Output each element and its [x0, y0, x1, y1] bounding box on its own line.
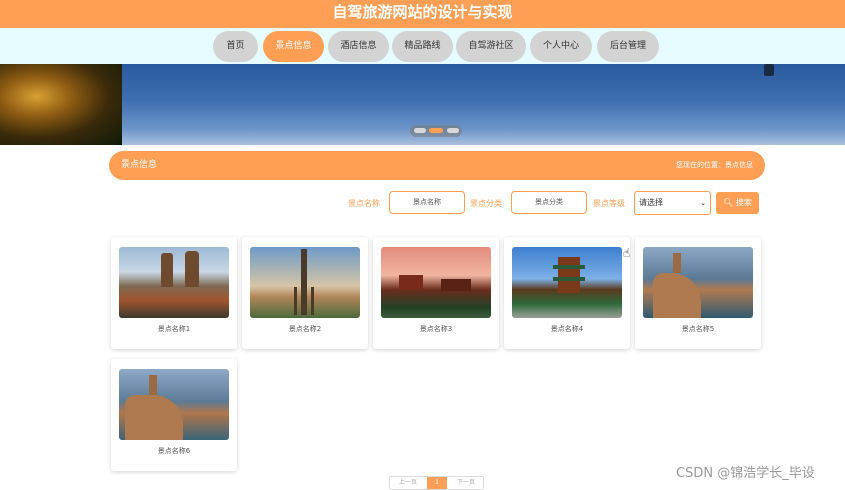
main-nav: 首页 景点信息 酒店信息 精品路线 自驾游社区 个人中心 后台管理: [0, 28, 845, 64]
carousel-dot-2[interactable]: [429, 128, 443, 133]
attraction-name: 景点名称4: [550, 325, 584, 333]
carousel-dot-1[interactable]: [414, 128, 426, 133]
attraction-card-1[interactable]: 景点名称1: [111, 237, 237, 349]
search-icon: 🔍︎: [723, 198, 734, 207]
watermark: CSDN @锦浩学长_毕设: [676, 466, 815, 481]
banner-gondola: [764, 64, 774, 76]
attraction-image: [119, 369, 229, 440]
attraction-card-2[interactable]: 景点名称2: [242, 237, 368, 349]
carousel-indicators: [410, 125, 462, 137]
search-button[interactable]: 🔍︎ 搜索: [716, 192, 759, 214]
next-page-button[interactable]: 下一页: [448, 477, 484, 489]
section-title: 景点信息: [121, 160, 158, 170]
nav-community[interactable]: 自驾游社区: [456, 31, 526, 62]
attraction-name: 景点名称3: [419, 325, 453, 333]
attraction-card-3[interactable]: 景点名称3: [373, 237, 499, 349]
chevron-down-icon: ⌄: [700, 199, 706, 207]
search-button-label: 搜索: [735, 198, 752, 207]
nav-home[interactable]: 首页: [213, 31, 258, 62]
level-select[interactable]: 请选择 ⌄: [634, 191, 711, 215]
carousel-dot-3[interactable]: [447, 128, 459, 133]
attraction-image: [643, 247, 753, 318]
attraction-card-5[interactable]: 景点名称5: [635, 237, 761, 349]
level-select-value: 请选择: [639, 198, 663, 207]
nav-admin[interactable]: 后台管理: [597, 31, 659, 62]
page-button-current[interactable]: 1: [427, 477, 447, 489]
attraction-image: [512, 247, 622, 318]
attraction-name: 景点名称1: [157, 325, 191, 333]
attraction-image: [250, 247, 360, 318]
site-title: 自驾旅游网站的设计与实现: [332, 3, 513, 21]
attraction-name: 景点名称5: [681, 325, 715, 333]
breadcrumb: 您现在的位置：景点信息: [676, 161, 753, 169]
attraction-card-6[interactable]: 景点名称6: [111, 359, 237, 471]
category-label: 景点分类: [470, 199, 502, 208]
attraction-image: [381, 247, 491, 318]
prev-page-button[interactable]: 上一页: [390, 477, 426, 489]
attraction-image: [119, 247, 229, 318]
name-label: 景点名称: [348, 199, 380, 208]
nav-attractions[interactable]: 景点信息: [263, 31, 324, 62]
nav-hotels[interactable]: 酒店信息: [328, 31, 389, 62]
attraction-name: 景点名称6: [157, 447, 191, 455]
level-label: 景点等级: [593, 199, 625, 208]
attraction-card-4[interactable]: 景点名称4: [504, 237, 630, 349]
name-input[interactable]: 景点名称: [389, 191, 465, 214]
section-bar: 景点信息 您现在的位置：景点信息: [109, 151, 765, 180]
banner-side-image: [0, 64, 122, 145]
hand-cursor-icon: ☝: [623, 246, 631, 260]
nav-routes[interactable]: 精品路线: [392, 31, 453, 62]
category-input[interactable]: 景点分类: [511, 191, 587, 214]
attraction-name: 景点名称2: [288, 325, 322, 333]
site-header: 自驾旅游网站的设计与实现: [0, 0, 845, 28]
nav-personal-center[interactable]: 个人中心: [530, 31, 592, 62]
